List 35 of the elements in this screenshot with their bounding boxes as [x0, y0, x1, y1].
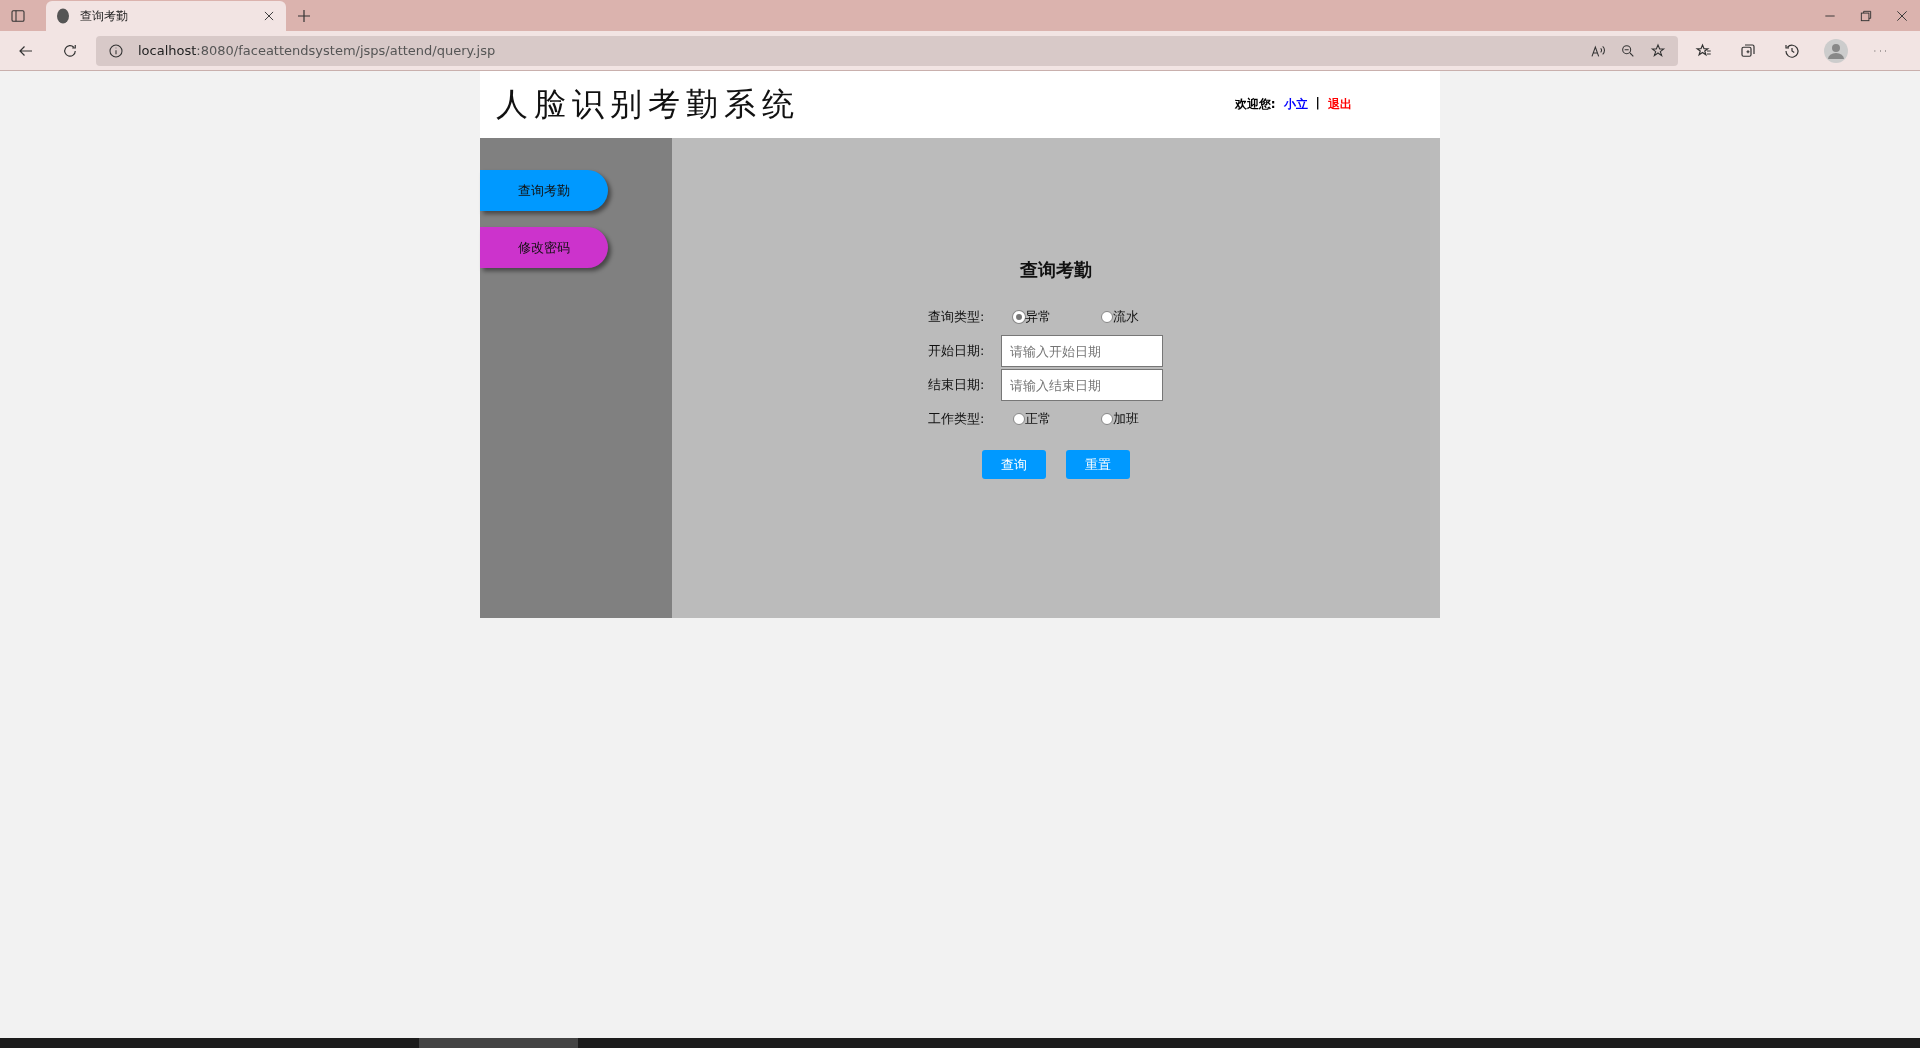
- field-label: 开始日期:: [928, 342, 986, 360]
- logout-link[interactable]: 退出: [1328, 96, 1352, 113]
- site-title: 人脸识别考勤系统: [496, 83, 801, 125]
- radio-label: 正常: [1025, 410, 1051, 428]
- field-label: 查询类型:: [928, 308, 986, 326]
- date-input[interactable]: 请输入结束日期: [1001, 369, 1163, 401]
- sidebar-toggle-icon[interactable]: [10, 7, 26, 24]
- sidebar-item[interactable]: 查询考勤: [480, 170, 608, 211]
- field-label: 工作类型:: [928, 410, 986, 428]
- radio-button[interactable]: [1101, 311, 1113, 323]
- welcome-label: 欢迎您:: [1234, 96, 1276, 113]
- zoom-out-icon[interactable]: [1620, 42, 1636, 59]
- url-text: localhost:8080/faceattendsystem/jsps/attend/query.jsp: [138, 43, 496, 58]
- star-plus-icon[interactable]: [1650, 42, 1666, 59]
- radio-label: 流水: [1113, 308, 1139, 326]
- profile-avatar-icon[interactable]: [1824, 38, 1848, 63]
- tab-title: 查询考勤: [80, 7, 129, 25]
- radio-label: 加班: [1113, 410, 1139, 428]
- sidebar-item[interactable]: 修改密码: [480, 227, 608, 268]
- close-icon[interactable]: [1895, 8, 1909, 23]
- collections-icon[interactable]: [1739, 41, 1757, 60]
- user-link[interactable]: 小立: [1283, 96, 1308, 113]
- field-label: 结束日期:: [928, 376, 986, 394]
- face-icon: [56, 8, 70, 24]
- restore-icon[interactable]: [1859, 8, 1873, 23]
- radio-button[interactable]: [1013, 413, 1025, 425]
- radio-label: 异常: [1025, 308, 1051, 326]
- radio-button[interactable]: [1101, 413, 1113, 425]
- close-icon[interactable]: [262, 9, 276, 23]
- info-icon[interactable]: [108, 42, 124, 59]
- date-input[interactable]: 请输入开始日期: [1001, 335, 1163, 367]
- browser-tab[interactable]: 查询考勤: [46, 1, 286, 31]
- address-field[interactable]: localhost:8080/faceattendsystem/jsps/attend/query.jsp: [96, 35, 1678, 66]
- form-title: 查询考勤: [1020, 258, 1092, 282]
- separator-text: |: [1315, 96, 1320, 112]
